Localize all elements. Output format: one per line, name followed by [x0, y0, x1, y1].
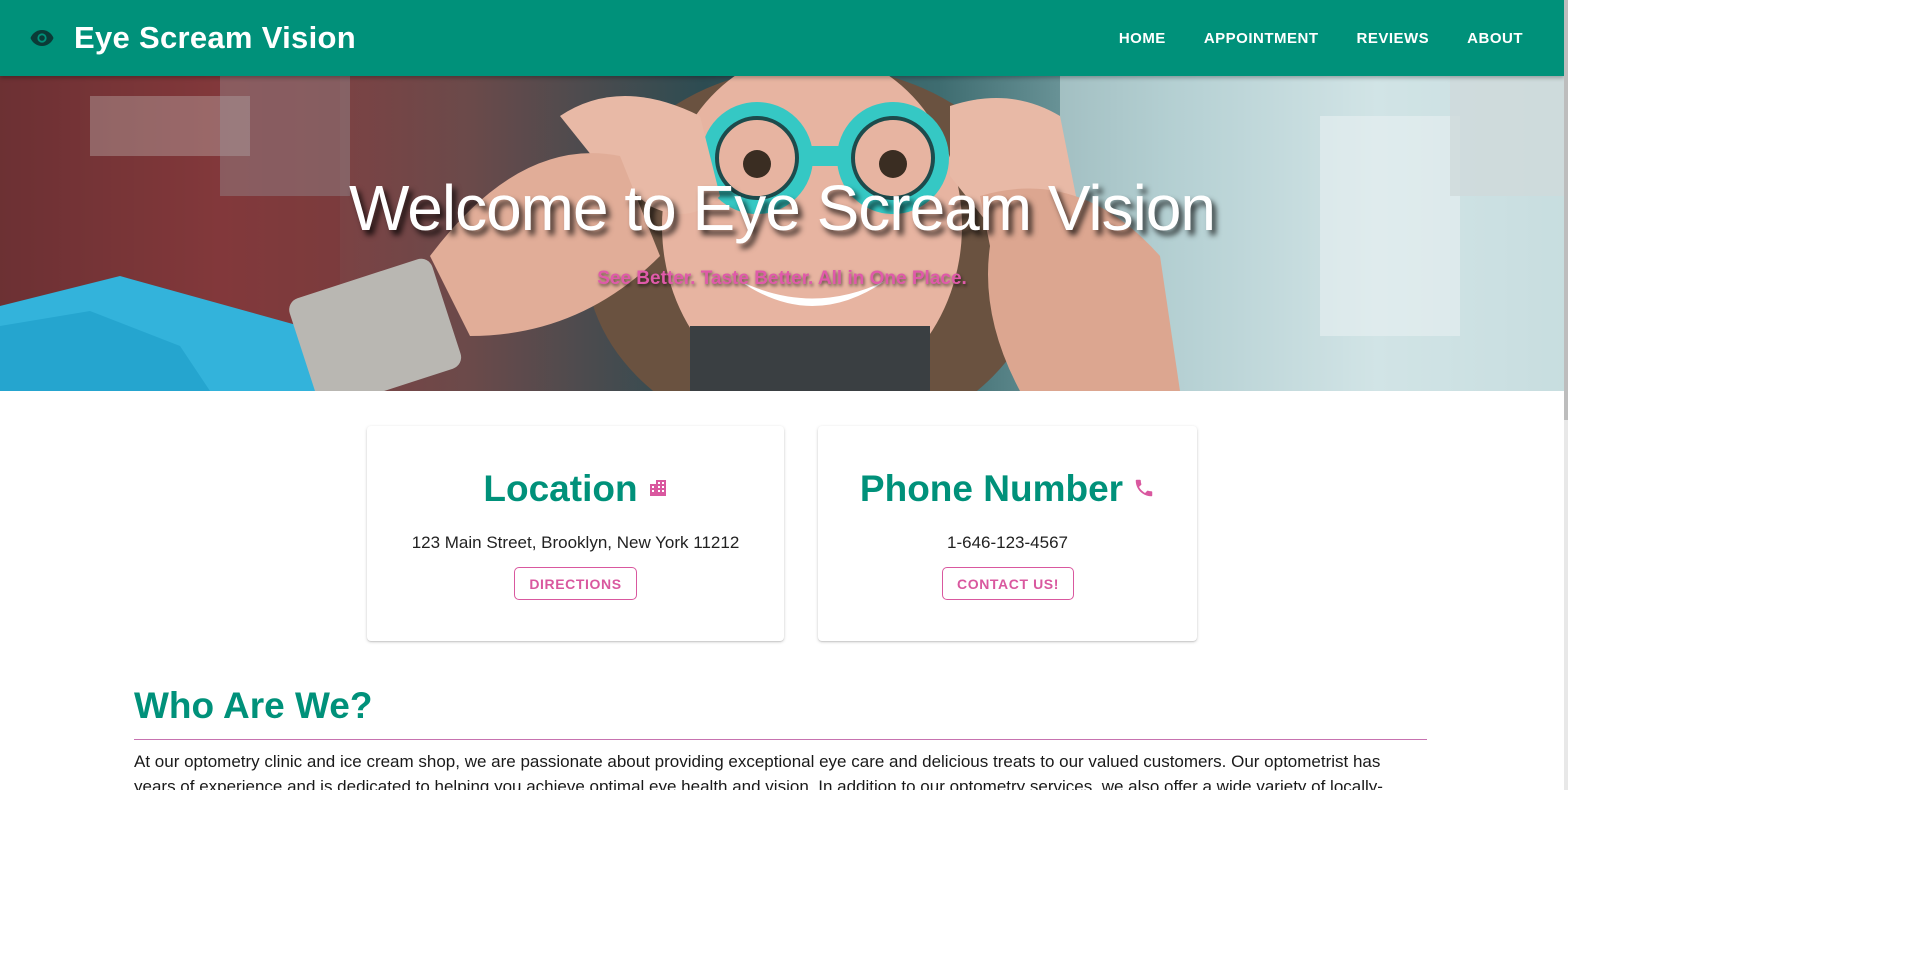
location-card: Location 123 Main Street, Brooklyn, New …: [367, 426, 784, 641]
phone-card: Phone Number 1-646-123-4567 CONTACT US!: [818, 426, 1197, 641]
location-card-title: Location: [367, 467, 784, 511]
scroll-thumb[interactable]: [1564, 0, 1568, 420]
phone-title-text: Phone Number: [859, 468, 1124, 509]
location-address: 123 Main Street, Brooklyn, New York 1121…: [411, 533, 740, 552]
hero-subtitle: See Better. Taste Better. All in One Pla…: [597, 268, 967, 289]
nav-about[interactable]: ABOUT: [1448, 20, 1542, 57]
about-section-title: Who Are We?: [134, 685, 373, 726]
directions-button[interactable]: DIRECTIONS: [514, 567, 637, 600]
nav-home[interactable]: HOME: [1100, 20, 1185, 57]
app-bar: Eye Scream Vision HOME APPOINTMENT REVIE…: [0, 0, 1564, 76]
brand-title[interactable]: Eye Scream Vision: [74, 18, 356, 58]
scrollbar[interactable]: [1564, 0, 1568, 790]
about-section-body: At our optometry clinic and ice cream sh…: [134, 752, 1383, 790]
nav-appointment[interactable]: APPOINTMENT: [1185, 20, 1338, 57]
location-title-text: Location: [483, 468, 638, 509]
eye-icon: [30, 30, 54, 46]
phone-icon: [1135, 479, 1153, 497]
page: Eye Scream Vision HOME APPOINTMENT REVIE…: [0, 0, 1568, 790]
main-nav: HOME APPOINTMENT REVIEWS ABOUT: [1100, 0, 1542, 76]
hero-banner: Welcome to Eye Scream Vision See Better.…: [0, 76, 1564, 391]
contact-us-button[interactable]: CONTACT US!: [942, 567, 1074, 600]
phone-card-title: Phone Number: [818, 467, 1197, 511]
phone-number: 1-646-123-4567: [947, 533, 1068, 552]
nav-reviews[interactable]: REVIEWS: [1337, 20, 1448, 57]
hero-title: Welcome to Eye Scream Vision: [349, 172, 1216, 244]
section-divider: [134, 739, 1427, 740]
building-icon: [649, 480, 666, 497]
